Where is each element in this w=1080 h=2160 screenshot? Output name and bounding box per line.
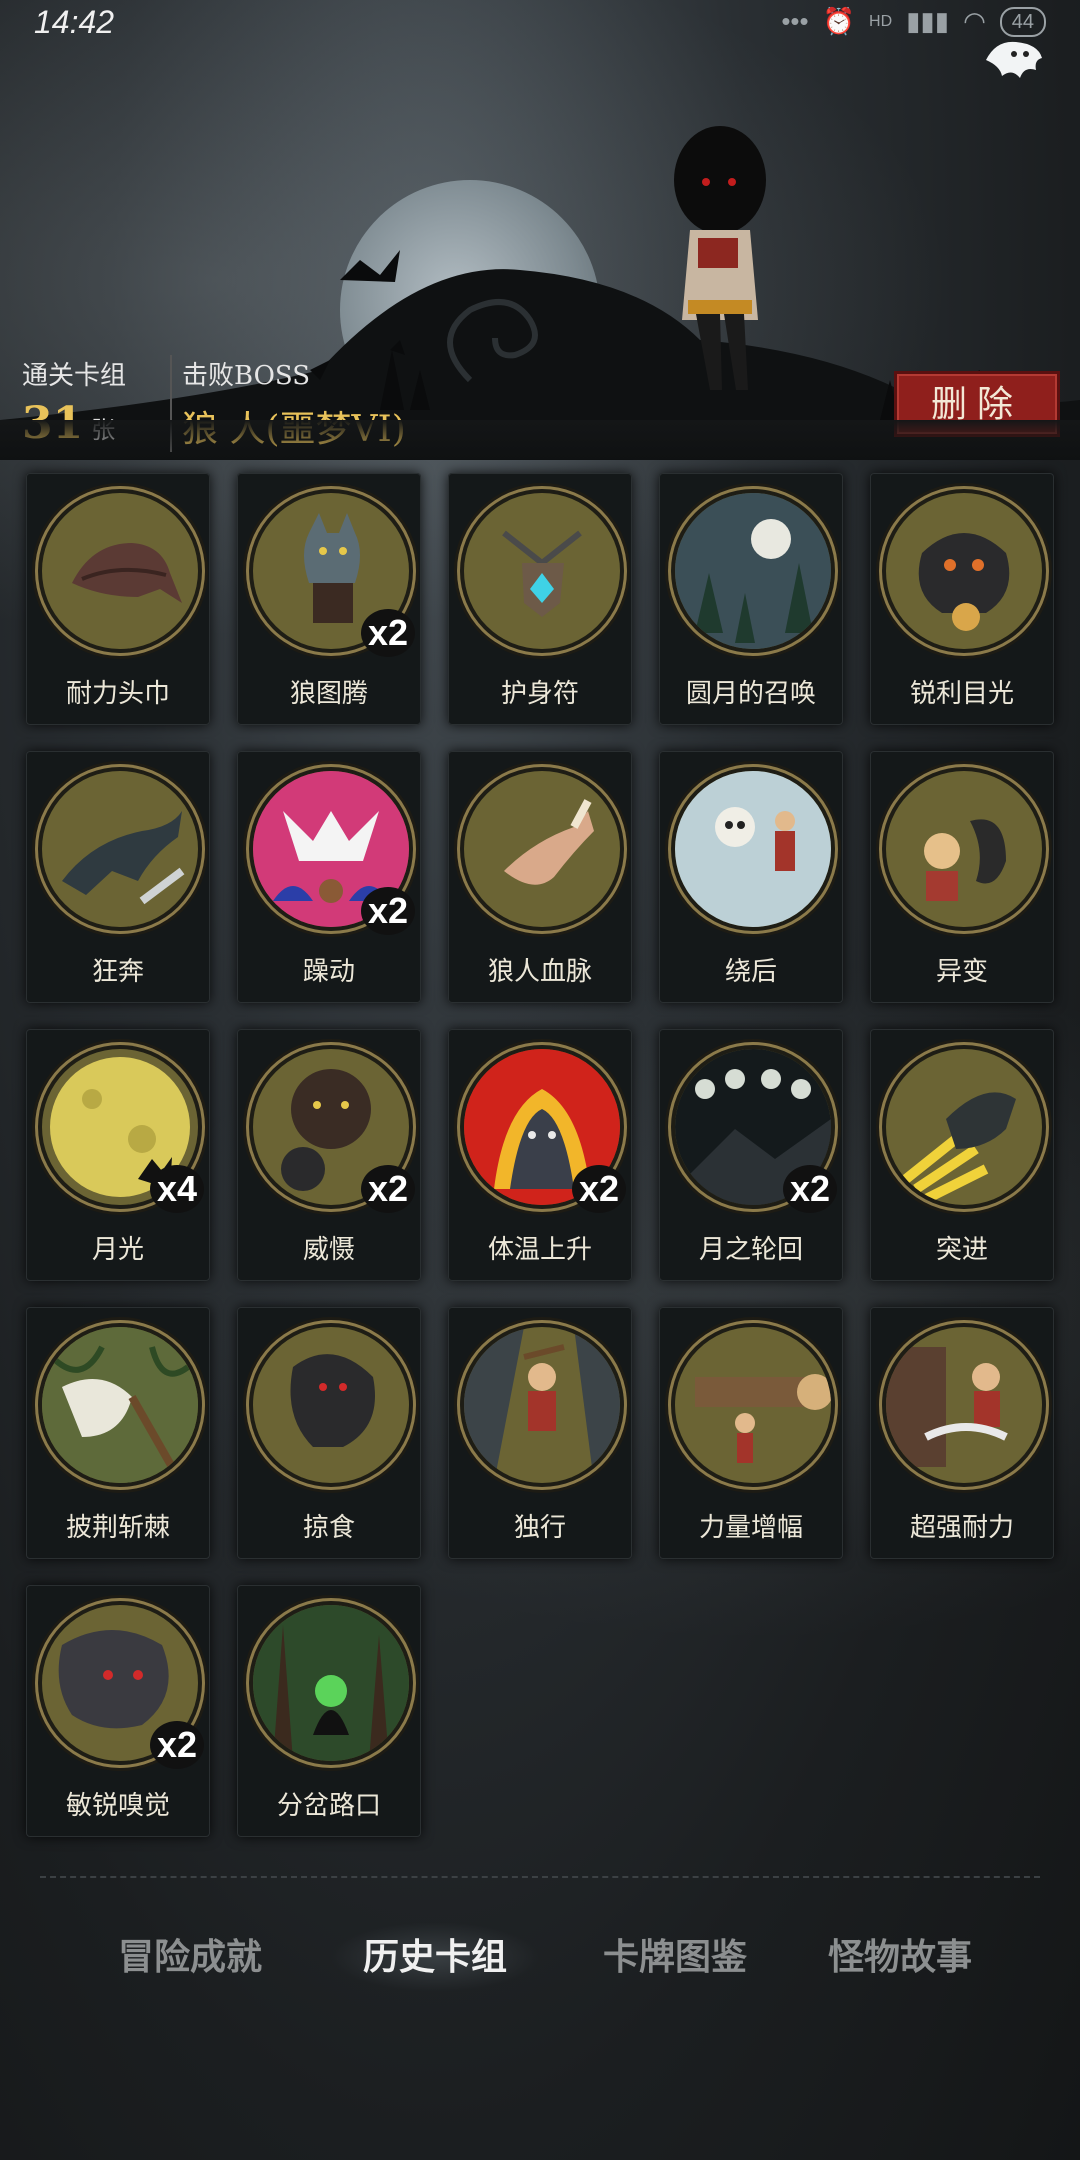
deck-card[interactable]: 锐利目光 bbox=[870, 473, 1054, 725]
card-name: 超强耐力 bbox=[909, 1512, 1014, 1542]
card-name: 护身符 bbox=[500, 678, 579, 708]
card-multiplier-badge: x2 bbox=[361, 1165, 415, 1213]
bottom-tab-bar: 冒险成就 历史卡组 卡牌图鉴 怪物故事 bbox=[0, 1922, 1080, 1992]
card-name: 突进 bbox=[935, 1234, 988, 1264]
deck-card[interactable]: x2 月之轮回 bbox=[659, 1029, 843, 1281]
ghost-icon[interactable] bbox=[976, 30, 1050, 90]
mutation-icon bbox=[886, 771, 1042, 927]
predator-icon bbox=[253, 1327, 409, 1483]
deck-card[interactable]: x2 狼图腾 bbox=[237, 473, 421, 725]
deck-card[interactable]: 突进 bbox=[870, 1029, 1054, 1281]
card-name: 躁动 bbox=[302, 956, 355, 986]
card-name: 体温上升 bbox=[487, 1234, 592, 1264]
card-name: 敏锐嗅觉 bbox=[65, 1790, 170, 1820]
deck-card[interactable]: 异变 bbox=[870, 751, 1054, 1003]
card-name: 分岔路口 bbox=[276, 1790, 381, 1820]
full-moon-icon bbox=[675, 493, 831, 649]
card-name: 圆月的召唤 bbox=[685, 678, 816, 708]
card-name: 锐利目光 bbox=[909, 678, 1014, 708]
card-name: 狼人血脉 bbox=[487, 956, 592, 986]
skeleton-ambush-icon bbox=[675, 771, 831, 927]
card-name: 月之轮回 bbox=[698, 1234, 803, 1264]
deck-card[interactable]: 狂奔 bbox=[26, 751, 210, 1003]
signal-icon: ▮▮▮ bbox=[906, 6, 950, 36]
deck-card[interactable]: 超强耐力 bbox=[870, 1307, 1054, 1559]
card-multiplier-badge: x2 bbox=[783, 1165, 837, 1213]
status-time: 14:42 bbox=[34, 4, 115, 40]
status-bar: 14:42 ••• ⏰ HD ▮▮▮ ◠ 44 bbox=[0, 0, 1080, 44]
card-multiplier-badge: x2 bbox=[361, 609, 415, 657]
card-name: 掠食 bbox=[302, 1512, 355, 1542]
log-lift-icon bbox=[675, 1327, 831, 1483]
axe-thorns-icon bbox=[42, 1327, 198, 1483]
card-name: 绕后 bbox=[724, 956, 777, 986]
more-dots-icon: ••• bbox=[781, 6, 809, 36]
deck-card[interactable]: 独行 bbox=[448, 1307, 632, 1559]
deck-card[interactable]: 力量增幅 bbox=[659, 1307, 843, 1559]
card-name: 独行 bbox=[513, 1512, 566, 1542]
deck-card[interactable]: 耐力头巾 bbox=[26, 473, 210, 725]
deck-card[interactable]: 绕后 bbox=[659, 751, 843, 1003]
card-name: 耐力头巾 bbox=[65, 678, 170, 708]
bandana-icon bbox=[42, 493, 198, 649]
deck-card[interactable]: 护身符 bbox=[448, 473, 632, 725]
card-multiplier-badge: x2 bbox=[150, 1721, 204, 1769]
card-name: 异变 bbox=[935, 956, 988, 986]
card-name: 狂奔 bbox=[91, 956, 144, 986]
card-multiplier-badge: x2 bbox=[572, 1165, 626, 1213]
header-divider bbox=[0, 420, 1080, 460]
deck-card[interactable]: x2 威慑 bbox=[237, 1029, 421, 1281]
tab-card-encyclopedia[interactable]: 卡牌图鉴 bbox=[575, 1922, 775, 1992]
running-wolf-icon bbox=[42, 771, 198, 927]
tab-divider bbox=[40, 1876, 1040, 1878]
deck-card[interactable]: x2 敏锐嗅觉 bbox=[26, 1585, 210, 1837]
deck-card[interactable]: 分岔路口 bbox=[237, 1585, 421, 1837]
deck-card[interactable]: x2 体温上升 bbox=[448, 1029, 632, 1281]
alarm-icon: ⏰ bbox=[822, 6, 856, 36]
deck-card[interactable]: 披荆斩棘 bbox=[26, 1307, 210, 1559]
card-multiplier-badge: x2 bbox=[361, 887, 415, 935]
deck-label: 通关卡组 bbox=[22, 360, 127, 390]
werewolf-eyes-icon bbox=[886, 493, 1042, 649]
dash-wolf-icon bbox=[886, 1049, 1042, 1205]
deck-card[interactable]: x4 月光 bbox=[26, 1029, 210, 1281]
deck-card[interactable]: 圆月的召唤 bbox=[659, 473, 843, 725]
woodcutter-icon bbox=[886, 1327, 1042, 1483]
claw-arm-icon bbox=[464, 771, 620, 927]
deck-card[interactable]: 掠食 bbox=[237, 1307, 421, 1559]
boss-label: 击败BOSS bbox=[182, 361, 311, 391]
card-name: 披荆斩棘 bbox=[65, 1512, 170, 1542]
card-multiplier-badge: x4 bbox=[150, 1165, 204, 1213]
card-name: 力量增幅 bbox=[698, 1512, 803, 1542]
tab-history-deck[interactable]: 历史卡组 bbox=[330, 1922, 540, 1992]
card-name: 月光 bbox=[91, 1234, 144, 1264]
card-name: 威慑 bbox=[302, 1234, 355, 1264]
tab-achievements[interactable]: 冒险成就 bbox=[90, 1922, 290, 1992]
hero-character-illustration bbox=[674, 126, 766, 390]
deck-card[interactable]: x2 躁动 bbox=[237, 751, 421, 1003]
amulet-icon bbox=[464, 493, 620, 649]
card-name: 狼图腾 bbox=[289, 678, 368, 708]
lone-hero-icon bbox=[464, 1327, 620, 1483]
network-label: HD bbox=[869, 12, 893, 30]
deck-card[interactable]: 狼人血脉 bbox=[448, 751, 632, 1003]
tab-monster-stories[interactable]: 怪物故事 bbox=[800, 1922, 1000, 1992]
forest-path-icon bbox=[253, 1605, 409, 1761]
